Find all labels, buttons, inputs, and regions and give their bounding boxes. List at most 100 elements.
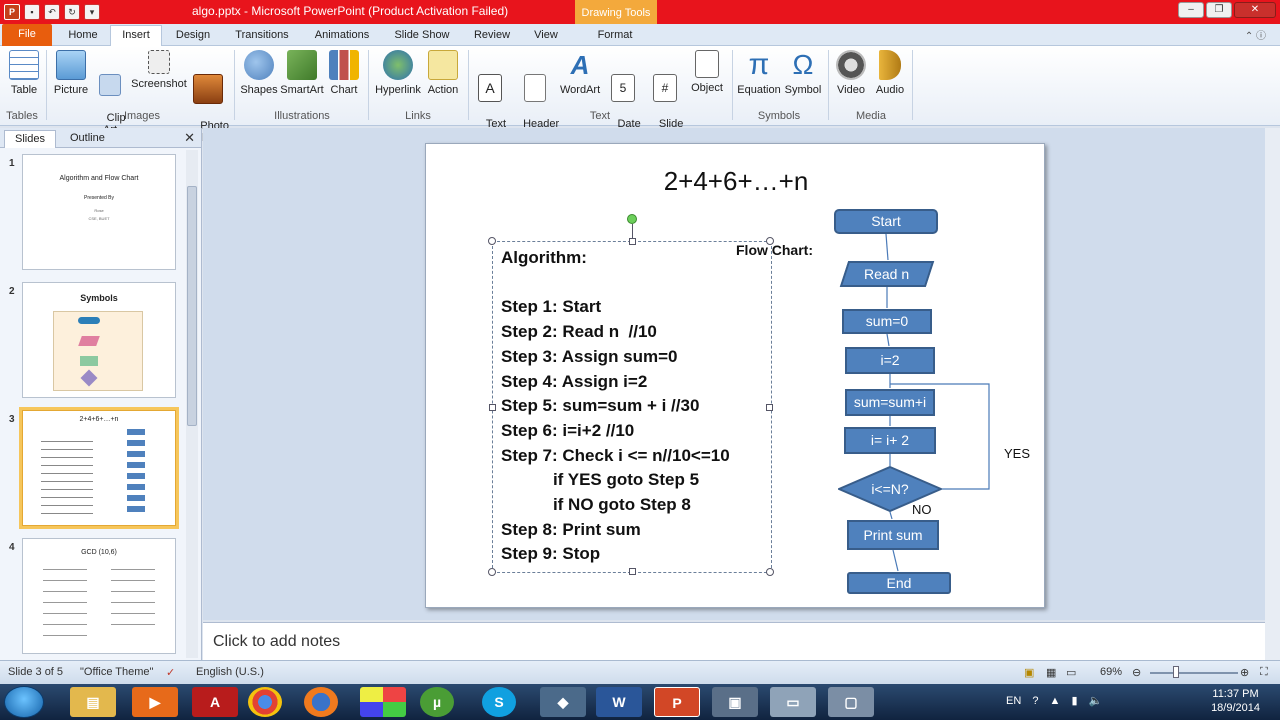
minimize-ribbon-icon[interactable]: ⌃ [1245, 31, 1253, 42]
thumbnail-scrollbar[interactable] [186, 150, 198, 658]
save-icon[interactable]: ▪ [24, 4, 40, 20]
flowchart-start[interactable]: Start [834, 209, 938, 234]
volume-icon[interactable]: 🔈 [1089, 695, 1103, 707]
symbol-button[interactable]: Ω Symbol [784, 50, 822, 97]
undo-icon[interactable]: ↶ [44, 4, 60, 20]
video-button[interactable]: Video [834, 50, 868, 96]
help-icon[interactable]: ⓘ [1256, 31, 1266, 42]
resize-handle-sw[interactable] [488, 568, 496, 576]
skype-icon[interactable]: S [482, 687, 516, 717]
no-label[interactable]: NO [912, 502, 932, 517]
network-app-icon[interactable]: ◆ [540, 687, 586, 717]
notes-pane[interactable]: Click to add notes [203, 622, 1265, 660]
tab-design[interactable]: Design [166, 26, 220, 46]
smartart-button[interactable]: SmartArt [280, 50, 324, 96]
theme-name[interactable]: "Office Theme" [80, 666, 153, 678]
flowchart-i-increment[interactable]: i= i+ 2 [844, 427, 936, 454]
resize-handle-s[interactable] [629, 568, 636, 575]
flowchart-end[interactable]: End [847, 572, 951, 594]
minimize-button[interactable]: – [1178, 2, 1204, 18]
tab-insert[interactable]: Insert [110, 25, 162, 47]
action-button[interactable]: Action [424, 50, 462, 96]
tab-transitions[interactable]: Transitions [226, 26, 298, 46]
fit-slide-icon[interactable]: ⛶ [1260, 666, 1268, 679]
slide-thumbnail-4[interactable]: GCD (10,6) [22, 538, 176, 654]
resize-handle-e[interactable] [766, 404, 773, 411]
flowchart-sum-add[interactable]: sum=sum+i [845, 389, 935, 416]
shapes-button[interactable]: Shapes [240, 50, 278, 96]
tab-outline[interactable]: Outline [60, 130, 115, 148]
recording-app-icon[interactable]: ▣ [712, 687, 758, 717]
zoom-level[interactable]: 69% [1100, 666, 1122, 678]
customize-qat-icon[interactable]: ▾ [84, 4, 100, 20]
chrome-icon[interactable] [248, 687, 282, 717]
close-panel-icon[interactable]: ✕ [184, 130, 195, 146]
zoom-slider-thumb[interactable] [1173, 666, 1179, 678]
tab-file[interactable]: File [2, 24, 52, 46]
slide-thumbnail-2[interactable]: Symbols [22, 282, 176, 398]
screenshot-button[interactable]: Screenshot [130, 50, 188, 90]
redo-icon[interactable]: ↻ [64, 4, 80, 20]
powerpoint-app-icon[interactable]: P [4, 4, 20, 20]
tab-slide-show[interactable]: Slide Show [388, 26, 456, 46]
wordart-button[interactable]: A WordArt [560, 50, 600, 96]
table-button[interactable]: Table [6, 50, 42, 96]
restore-button[interactable]: ❐ [1206, 2, 1232, 18]
slide-title[interactable]: 2+4+6+…+n [426, 166, 1046, 197]
viewer-app-icon[interactable]: ▭ [770, 687, 816, 717]
start-button[interactable] [4, 686, 44, 718]
utorrent-icon[interactable]: µ [420, 687, 454, 717]
language-bar[interactable]: EN [1006, 695, 1021, 707]
file-explorer-icon[interactable]: ▤ [70, 687, 116, 717]
tab-slides[interactable]: Slides [4, 130, 56, 148]
rotation-handle[interactable] [627, 214, 637, 224]
colorful-app-icon[interactable] [360, 687, 406, 717]
editor-scrollbar[interactable] [1265, 128, 1280, 660]
flowchart-read-n[interactable]: Read n [839, 261, 935, 287]
adobe-reader-icon[interactable]: A [192, 687, 238, 717]
resize-handle-w[interactable] [489, 404, 496, 411]
powerpoint-taskbar-icon[interactable]: P [654, 687, 700, 717]
slide-sorter-icon[interactable]: ▦ [1046, 666, 1056, 679]
close-button[interactable]: ✕ [1234, 2, 1276, 18]
network-icon[interactable]: ▮ [1071, 695, 1077, 707]
slide-thumbnail-3[interactable]: 2+4+6+…+n [19, 407, 179, 529]
word-icon[interactable]: W [596, 687, 642, 717]
picture-button[interactable]: Picture [52, 50, 90, 96]
tab-home[interactable]: Home [60, 26, 106, 46]
yes-label[interactable]: YES [1004, 446, 1030, 461]
zoom-out-icon[interactable]: ⊖ [1132, 666, 1141, 679]
zoom-slider[interactable] [1150, 672, 1238, 674]
scrollbar-thumb[interactable] [187, 186, 197, 426]
chart-button[interactable]: Chart [326, 50, 362, 96]
resize-handle-se[interactable] [766, 568, 774, 576]
flowchart-i-init[interactable]: i=2 [845, 347, 935, 374]
notes-placeholder[interactable]: Click to add notes [213, 633, 340, 651]
zoom-in-icon[interactable]: ⊕ [1240, 666, 1249, 679]
resize-handle-n[interactable] [629, 238, 636, 245]
slide-canvas[interactable]: 2+4+6+…+n Algorithm: Step 1: Start Step … [425, 143, 1045, 608]
reading-view-icon[interactable]: ▭ [1066, 666, 1076, 679]
flowchart-sum-init[interactable]: sum=0 [842, 309, 932, 334]
normal-view-icon[interactable]: ▣ [1024, 666, 1034, 679]
tab-review[interactable]: Review [466, 26, 518, 46]
flow-chart-label[interactable]: Flow Chart: [736, 242, 813, 258]
language-indicator[interactable]: English (U.S.) [196, 666, 264, 678]
audio-button[interactable]: Audio [872, 50, 908, 96]
spellcheck-icon[interactable]: ✓ [166, 666, 175, 679]
equation-button[interactable]: π Equation [736, 50, 782, 97]
media-player-icon[interactable]: ▶ [132, 687, 178, 717]
help-tray-icon[interactable]: ? [1032, 695, 1038, 707]
flowchart-print-sum[interactable]: Print sum [847, 520, 939, 550]
algorithm-text-box[interactable]: Algorithm: Step 1: Start Step 2: Read n … [488, 237, 774, 576]
slide-thumbnail-1[interactable]: Algorithm and Flow Chart Presented By Ro… [22, 154, 176, 270]
resize-handle-nw[interactable] [488, 237, 496, 245]
tab-animations[interactable]: Animations [306, 26, 378, 46]
tray-arrow-icon[interactable]: ▲ [1050, 695, 1061, 707]
firefox-icon[interactable] [304, 687, 338, 717]
tab-view[interactable]: View [524, 26, 568, 46]
clock[interactable]: 11:37 PM 18/9/2014 [1211, 687, 1260, 715]
hyperlink-button[interactable]: Hyperlink [372, 50, 424, 96]
object-button[interactable]: Object [688, 50, 726, 94]
display-app-icon[interactable]: ▢ [828, 687, 874, 717]
